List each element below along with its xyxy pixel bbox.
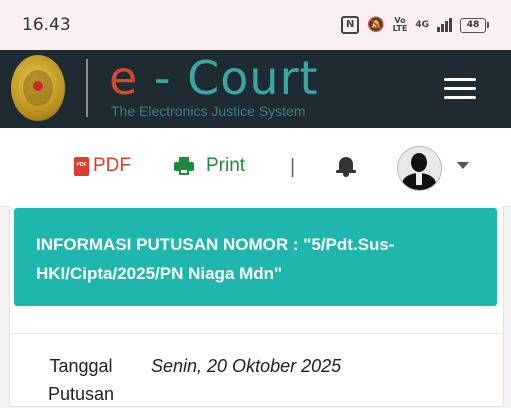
chevron-down-icon[interactable] <box>457 162 469 169</box>
mute-icon: 🔕 <box>367 17 385 33</box>
brand-logo-text[interactable]: e - Court <box>109 52 319 104</box>
status-time: 16.43 <box>22 15 71 35</box>
status-bar: 16.43 N 🔕 Vo LTE 4G 48 <box>0 0 511 50</box>
brand-court: - Court <box>138 51 319 105</box>
network-gen: 4G <box>415 19 429 30</box>
decision-title: INFORMASI PUTUSAN NOMOR : "5/Pdt.Sus-HKI… <box>36 235 395 283</box>
user-avatar[interactable] <box>397 146 442 191</box>
volte-indicator: Vo LTE <box>393 17 408 33</box>
print-button[interactable]: Print <box>174 155 245 177</box>
hamburger-menu-icon[interactable] <box>444 78 476 100</box>
volte-bottom: LTE <box>392 24 408 33</box>
pdf-label: PDF <box>93 155 131 176</box>
battery-icon: 48 <box>460 17 489 33</box>
bell-icon[interactable] <box>336 155 356 177</box>
status-icons: N 🔕 Vo LTE 4G 48 <box>341 16 489 34</box>
signal-icon <box>437 18 452 32</box>
print-label: Print <box>206 155 246 176</box>
detail-value-tanggal-putusan: Senin, 20 Oktober 2025 <box>151 356 342 376</box>
printer-icon <box>174 157 194 175</box>
brand-e: e <box>109 51 139 105</box>
file-pdf-icon <box>74 156 89 176</box>
header-divider <box>86 59 88 117</box>
court-emblem-logo <box>11 55 65 121</box>
pdf-button[interactable]: PDF <box>74 155 131 177</box>
battery-level: 48 <box>460 17 486 33</box>
app-header: e - Court The Electronics Justice System <box>0 50 511 128</box>
row-divider <box>9 333 502 334</box>
decision-info-banner: INFORMASI PUTUSAN NOMOR : "5/Pdt.Sus-HKI… <box>14 208 497 306</box>
brand-tagline: The Electronics Justice System <box>111 103 306 119</box>
toolbar-separator: | <box>290 156 296 178</box>
nfc-icon: N <box>341 16 360 34</box>
